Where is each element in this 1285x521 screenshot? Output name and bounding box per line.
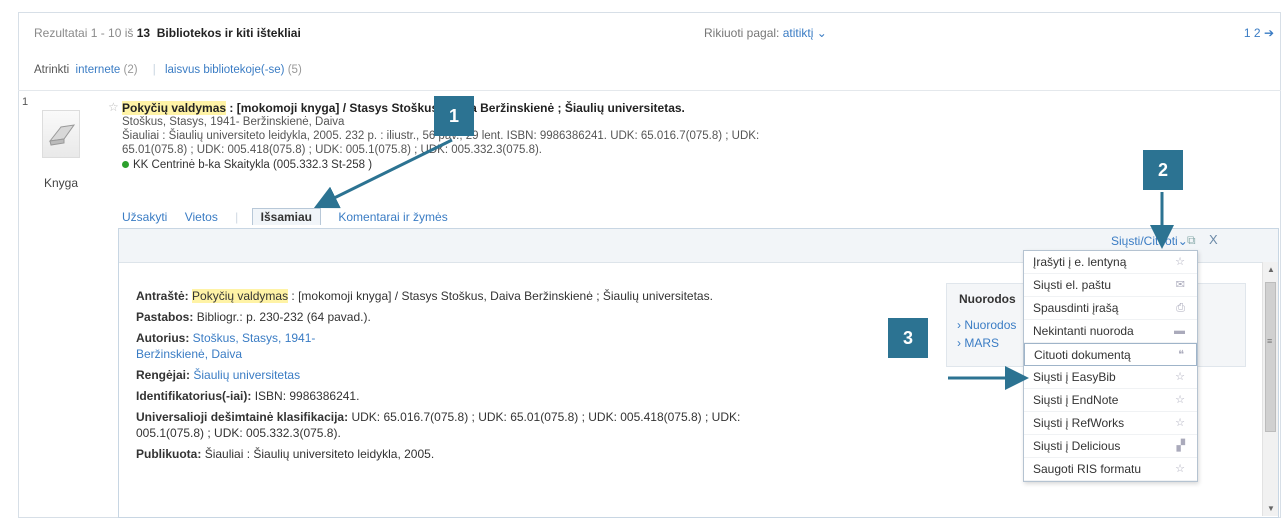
callout-2: 2 bbox=[1143, 150, 1183, 190]
annotation-arrows bbox=[313, 138, 1174, 390]
callout-3: 3 bbox=[888, 318, 928, 358]
callout-1: 1 bbox=[434, 96, 474, 136]
arrow-1 bbox=[313, 138, 453, 209]
